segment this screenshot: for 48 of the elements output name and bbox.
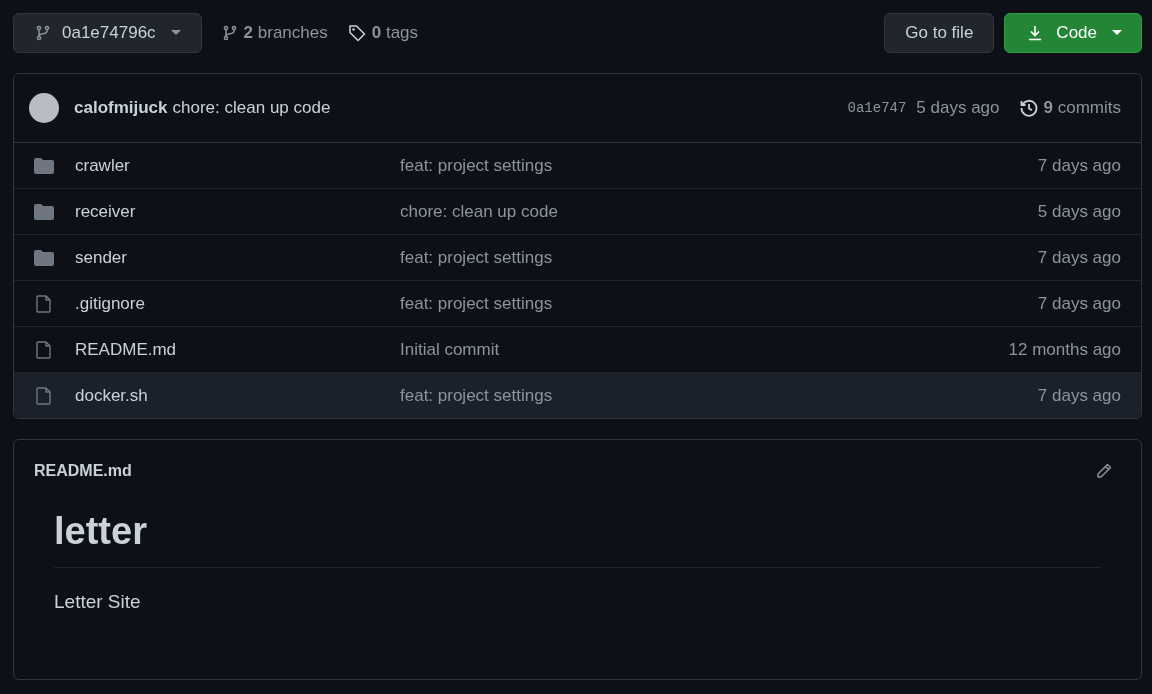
- tag-icon: [347, 24, 366, 42]
- commit-message-link[interactable]: feat: project settings: [400, 155, 1038, 176]
- file-row[interactable]: receiver chore: clean up code 5 days ago: [14, 188, 1141, 234]
- caret-icon: [1112, 30, 1122, 36]
- commit-time: 12 months ago: [1008, 339, 1121, 360]
- file-name-link[interactable]: crawler: [75, 155, 400, 176]
- commit-message-link[interactable]: feat: project settings: [400, 293, 1038, 314]
- file-name-link[interactable]: sender: [75, 247, 400, 268]
- file-name-link[interactable]: README.md: [75, 339, 400, 360]
- file-row[interactable]: docker.sh feat: project settings 7 days ago: [14, 372, 1141, 418]
- commit-author-link[interactable]: calofmijuck: [74, 98, 168, 118]
- history-icon: [1018, 98, 1039, 118]
- readme-text: Letter Site: [54, 591, 142, 613]
- commit-message-link[interactable]: chore: clean up code: [172, 98, 331, 118]
- commit-message-link[interactable]: feat: project settings: [400, 385, 1038, 406]
- file-name-link[interactable]: .gitignore: [75, 293, 400, 314]
- branch-select-button[interactable]: 0a1e74796c: [13, 13, 202, 53]
- tags-link[interactable]: 0 tags: [371, 23, 419, 43]
- caret-icon: [170, 30, 181, 36]
- commit-message-link[interactable]: feat: project settings: [400, 247, 1038, 268]
- commit-time: 7 days ago: [1037, 155, 1121, 176]
- folder-icon: [33, 203, 55, 220]
- commit-time: 5 days ago: [1037, 201, 1121, 222]
- file-row[interactable]: crawler feat: project settings 7 days ago: [14, 143, 1141, 188]
- file-name-link[interactable]: receiver: [75, 201, 400, 222]
- file-row[interactable]: sender feat: project settings 7 days ago: [14, 234, 1141, 280]
- file-row[interactable]: .gitignore feat: project settings 7 days ago: [14, 280, 1141, 326]
- folder-icon: [33, 157, 55, 174]
- download-icon: [1027, 25, 1044, 41]
- commit-time: 5 days ago: [916, 98, 1000, 118]
- readme-filename: README.md: [34, 462, 132, 480]
- commit-time: 7 days ago: [1037, 293, 1121, 314]
- branch-icon: [221, 25, 238, 41]
- commit-hash-link[interactable]: 0a1e747: [847, 100, 907, 116]
- commit-message-link[interactable]: Initial commit: [400, 339, 1009, 360]
- go-to-file-button[interactable]: Go to file: [884, 13, 995, 53]
- commit-time: 7 days ago: [1037, 385, 1121, 406]
- readme-heading: letter: [54, 510, 1101, 568]
- commit-time: 7 days ago: [1037, 247, 1121, 268]
- commit-message-link[interactable]: chore: clean up code: [400, 201, 1038, 222]
- commits-link[interactable]: 9 commits: [1043, 98, 1121, 118]
- folder-icon: [33, 249, 55, 266]
- pencil-icon[interactable]: [1095, 462, 1113, 480]
- file-name-link[interactable]: docker.sh: [75, 385, 400, 406]
- branch-icon: [35, 25, 51, 41]
- branches-link[interactable]: 2 branches: [243, 23, 328, 43]
- code-button[interactable]: Code: [1004, 13, 1142, 53]
- avatar: [29, 93, 59, 123]
